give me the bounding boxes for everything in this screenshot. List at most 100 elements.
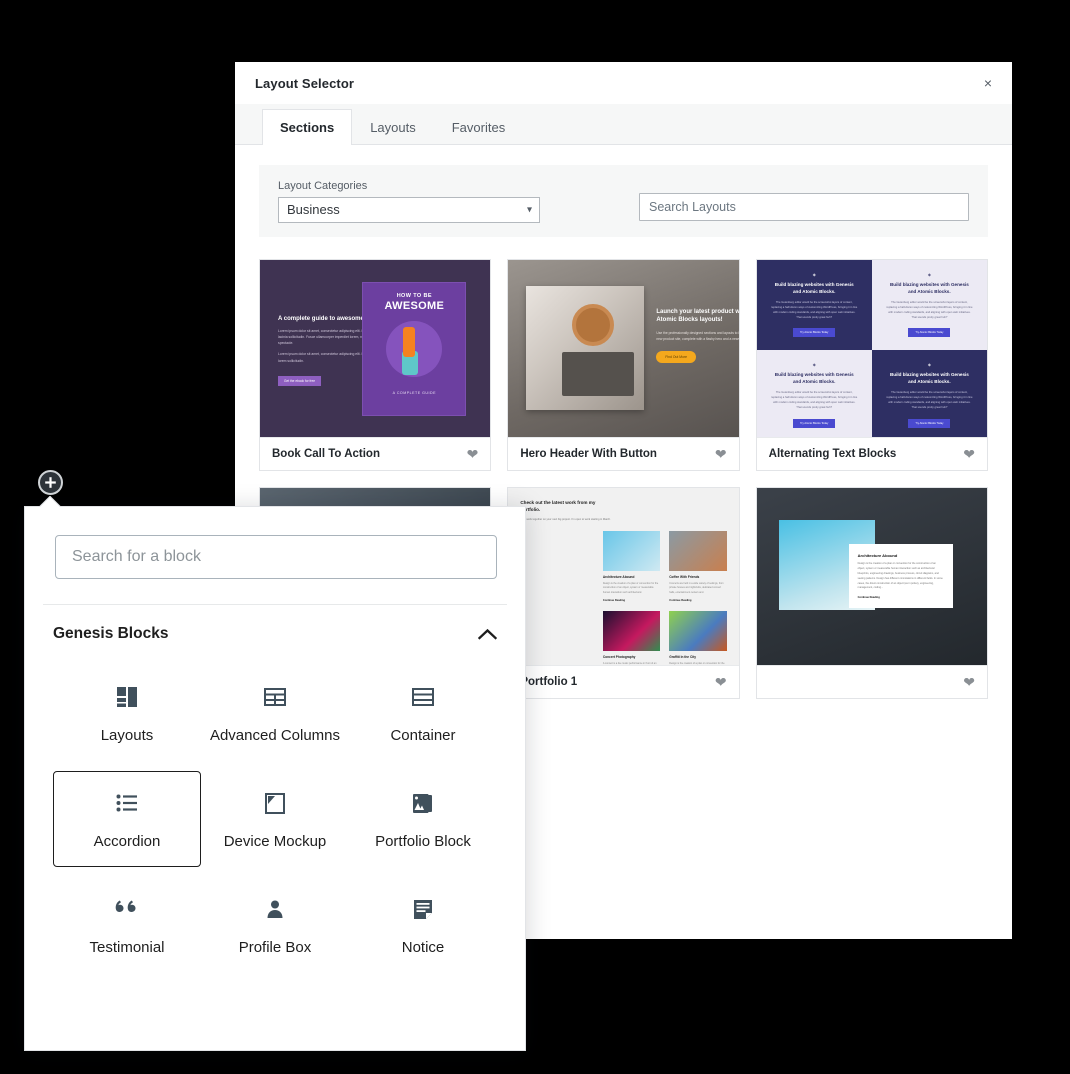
favorite-heart-icon[interactable]: ❤ [963, 447, 975, 461]
layout-card[interactable]: Launch your latest product with Atomic B… [507, 259, 740, 471]
block-label: Portfolio Block [375, 833, 471, 850]
accordion-icon [116, 788, 138, 818]
preview-body: The Gutenberg editor would be the screen… [886, 391, 973, 410]
popover-arrow [39, 496, 61, 507]
close-icon[interactable]: × [978, 73, 998, 93]
category-label: Layout Categories [278, 179, 368, 192]
item-title: Graffiti In the City [669, 655, 696, 660]
card-footer: Hero Header With Button ❤ [508, 437, 739, 470]
item-link: Continue Reading [669, 599, 692, 603]
item-body: Design is the creation of a plan or conv… [602, 581, 659, 594]
item-body: Design is the creation of a plan or conv… [669, 662, 725, 665]
block-item-notice[interactable]: Notice [349, 877, 497, 973]
cover-line-1: HOW TO BE [396, 293, 432, 299]
portfolio-item: Concert Photography A concert is a live … [602, 611, 661, 665]
preview-heading: Build blazing websites with Genesis and … [774, 282, 854, 294]
block-item-testimonial[interactable]: Testimonial [53, 877, 201, 973]
search-layouts-input[interactable] [639, 193, 969, 221]
preview-image [526, 286, 645, 410]
item-title: Coffee With Friends [669, 574, 700, 579]
card-title: Book Call To Action [272, 448, 380, 460]
block-item-container[interactable]: Container [349, 665, 497, 761]
columns-icon [264, 682, 286, 712]
favorite-heart-icon[interactable]: ❤ [467, 447, 479, 461]
card-footer: Book Call To Action ❤ [260, 437, 491, 470]
layout-card[interactable]: Check out the latest work from my portfo… [507, 487, 740, 699]
preview-heading: Build blazing websites with Genesis and … [774, 372, 854, 385]
decor-icon: ◆ [927, 272, 931, 277]
preview-quadrant: ◆ Build blazing websites with Genesis an… [756, 350, 872, 437]
cover-line-3: A COMPLETE GUIDE [392, 391, 436, 395]
decor-icon: ◆ [812, 362, 816, 368]
favorite-heart-icon[interactable]: ❤ [715, 675, 727, 689]
preview-body: Let's work together on your next big pro… [520, 517, 611, 521]
item-title: Architecture Abound [602, 574, 635, 579]
preview-button: Try Atomic Blocks Today [793, 418, 836, 428]
layout-card[interactable]: ◆ Build blazing websites with Genesis an… [755, 259, 988, 471]
filter-bar: Layout Categories Business ▾ [259, 165, 988, 237]
search-input[interactable] [55, 535, 497, 579]
tab-layouts[interactable]: Layouts [352, 109, 434, 145]
card-title: Alternating Text Blocks [768, 448, 897, 460]
preview-heading: Check out the latest work from my portfo… [520, 500, 596, 512]
block-item-profile-box[interactable]: Profile Box [201, 877, 349, 973]
modal-tabs: Sections Layouts Favorites [235, 104, 1012, 145]
preview-quadrant: ◆ Build blazing websites with Genesis an… [871, 350, 987, 437]
cover-line-2: AWESOME [384, 300, 445, 312]
favorite-heart-icon[interactable]: ❤ [715, 447, 727, 461]
card-preview: A complete guide to awesomeness. Lorem i… [260, 260, 491, 437]
quote-icon [115, 894, 139, 924]
plus-icon [45, 477, 56, 488]
item-body: Concerts are held in a wide variety of s… [669, 581, 724, 594]
modal-header: Layout Selector × [235, 62, 1012, 104]
preview-link: Continue Reading [857, 596, 880, 600]
block-item-advanced-columns[interactable]: Advanced Columns [201, 665, 349, 761]
layout-card[interactable]: A complete guide to awesomeness. Lorem i… [259, 259, 492, 471]
preview-button: Try Atomic Blocks Today [908, 328, 951, 338]
item-link: Continue Reading [602, 599, 626, 603]
block-item-device-mockup[interactable]: Device Mockup [201, 771, 349, 867]
block-label: Layouts [100, 727, 154, 744]
preview-body: The Gutenberg editor would be the screen… [771, 391, 858, 410]
preview-heading: Architecture Abound [857, 553, 898, 558]
panel-header-genesis-blocks[interactable]: Genesis Blocks [25, 605, 525, 643]
layout-card[interactable]: Architecture Abound Design is the creati… [755, 487, 988, 699]
preview-body: Use the professionally designed sections… [656, 330, 739, 341]
block-inserter-popover: Genesis Blocks Layouts [24, 496, 526, 1051]
decor-icon: ◆ [927, 362, 931, 368]
block-item-portfolio-block[interactable]: Portfolio Block [349, 771, 497, 867]
block-label: Testimonial [89, 939, 165, 956]
card-title: Hero Header With Button [520, 448, 657, 460]
block-item-layouts[interactable]: Layouts [53, 665, 201, 761]
illustration [386, 321, 443, 377]
notice-icon [413, 894, 433, 924]
preview-quadrant: ◆ Build blazing websites with Genesis an… [756, 260, 872, 351]
category-filter: Layout Categories Business ▾ [278, 180, 540, 223]
card-preview: ◆ Build blazing websites with Genesis an… [756, 260, 987, 437]
preview-heading: Launch your latest product with Atomic B… [656, 309, 739, 324]
block-label: Advanced Columns [209, 727, 341, 744]
preview-heading: Build blazing websites with Genesis and … [889, 282, 969, 294]
chevron-up-icon[interactable] [478, 628, 497, 640]
add-block-button[interactable] [38, 470, 63, 495]
card-preview: Check out the latest work from my portfo… [508, 488, 739, 665]
tab-favorites[interactable]: Favorites [434, 109, 523, 145]
preview-button: Try Atomic Blocks Today [793, 328, 836, 338]
card-preview: Architecture Abound Design is the creati… [756, 488, 987, 665]
person-icon [265, 894, 285, 924]
screen: Layout Selector × Sections Layouts Favor… [0, 0, 1070, 1074]
preview-body: The Gutenberg editor would be the screen… [886, 300, 973, 320]
book-cover: HOW TO BE AWESOME A COMPLETE GUIDE [362, 282, 467, 416]
tab-sections[interactable]: Sections [262, 109, 353, 145]
category-select[interactable]: Business [278, 196, 540, 223]
block-label: Container [390, 727, 456, 744]
card-footer: Alternating Text Blocks ❤ [756, 437, 987, 470]
preview-button: Find Out More [656, 350, 696, 363]
block-item-accordion[interactable]: Accordion [53, 771, 201, 867]
layouts-icon [116, 682, 138, 712]
item-body: A concert is a live music performance in… [602, 662, 657, 665]
block-label: Device Mockup [223, 833, 327, 850]
favorite-heart-icon[interactable]: ❤ [963, 675, 975, 689]
card-footer: ❤ [756, 665, 987, 698]
block-label: Profile Box [238, 939, 312, 956]
